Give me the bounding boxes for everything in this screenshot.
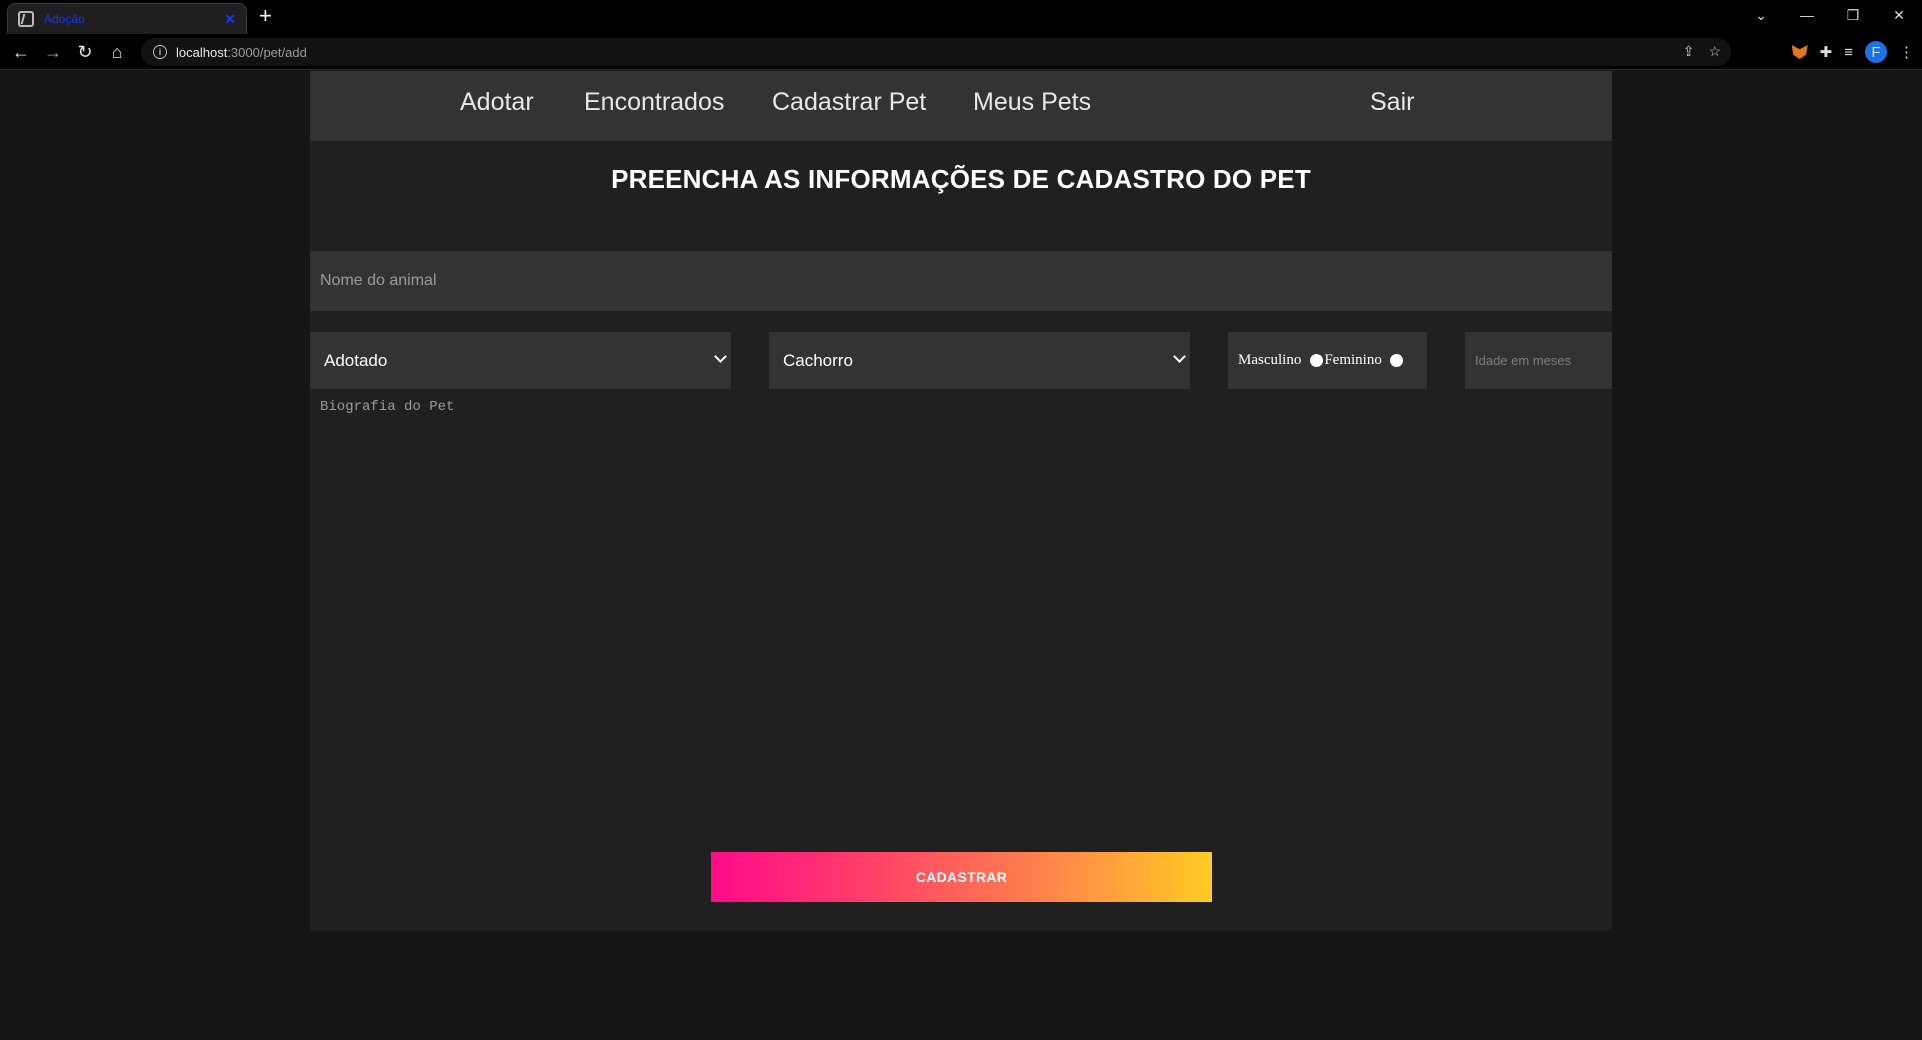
page: Adotar Encontrados Cadastrar Pet Meus Pe… [0, 71, 1922, 1040]
tab-title: Adoção [44, 12, 85, 26]
forward-icon[interactable]: → [41, 40, 65, 64]
extensions-puzzle-icon[interactable]: ✚ [1820, 43, 1833, 61]
site-favicon-icon [18, 11, 34, 27]
status-select-value: Adotado [324, 350, 388, 370]
top-navigation: Adotar Encontrados Cadastrar Pet Meus Pe… [310, 71, 1612, 141]
submit-button[interactable]: CADASTRAR [711, 852, 1212, 902]
status-select[interactable]: Adotado [310, 332, 731, 389]
tab-close-icon[interactable]: ✕ [224, 11, 236, 28]
gender-male-radio[interactable] [1310, 354, 1324, 367]
profile-avatar[interactable]: F [1865, 41, 1887, 63]
restore-icon[interactable]: ❐ [1830, 0, 1876, 30]
url-host: localhost [176, 44, 228, 60]
minimize-icon[interactable]: — [1784, 0, 1830, 30]
tab-search-icon[interactable]: ⌄ [1738, 0, 1784, 30]
chevron-down-icon [1173, 350, 1186, 363]
nav-link-encontrados[interactable]: Encontrados [584, 88, 724, 117]
browser-menu-icon[interactable]: ⋮ [1899, 43, 1914, 61]
window-controls: ⌄ — ❐ ✕ [1738, 0, 1922, 30]
pet-name-input[interactable] [310, 251, 1612, 311]
close-window-icon[interactable]: ✕ [1876, 0, 1922, 30]
browser-tab[interactable]: Adoção ✕ [7, 3, 247, 34]
form-container: Adotar Encontrados Cadastrar Pet Meus Pe… [310, 71, 1612, 931]
back-icon[interactable]: ← [9, 40, 33, 64]
browser-toolbar: ← → ↻ ⌂ i localhost:3000/pet/add ⇪ ☆ ✚ ≡… [0, 34, 1922, 70]
species-select-value: Cachorro [783, 350, 853, 370]
page-title: PREENCHA AS INFORMAÇÕES DE CADASTRO DO P… [611, 164, 1311, 194]
gender-female-label: Feminino [1324, 352, 1382, 368]
site-info-icon[interactable]: i [153, 45, 167, 59]
pet-bio-textarea[interactable] [310, 399, 1612, 799]
url-path: :3000/pet/add [227, 44, 307, 60]
reload-icon[interactable]: ↻ [73, 40, 97, 64]
home-icon[interactable]: ⌂ [105, 40, 129, 64]
gender-male-label: Masculino [1238, 352, 1302, 368]
nav-link-meus-pets[interactable]: Meus Pets [973, 88, 1091, 117]
browser-tabstrip: Adoção ✕ + ⌄ — ❐ ✕ [0, 0, 1922, 34]
nav-link-cadastrar-pet[interactable]: Cadastrar Pet [772, 88, 926, 117]
nav-link-adotar[interactable]: Adotar [460, 88, 534, 117]
age-months-input[interactable] [1465, 332, 1612, 389]
gender-female-radio[interactable] [1389, 354, 1403, 367]
extensions-area: ✚ ≡ F ⋮ [1791, 41, 1914, 63]
new-tab-icon[interactable]: + [259, 5, 272, 27]
chevron-down-icon [714, 350, 727, 363]
bookmark-star-icon[interactable]: ☆ [1708, 43, 1721, 60]
nav-link-sair[interactable]: Sair [1370, 88, 1414, 117]
reading-list-icon[interactable]: ≡ [1844, 44, 1853, 61]
address-bar[interactable]: i localhost:3000/pet/add ⇪ ☆ [141, 38, 1731, 66]
metamask-extension-icon[interactable] [1791, 45, 1808, 59]
species-select[interactable]: Cachorro [769, 332, 1190, 389]
gender-radio-group: Masculino Feminino [1228, 332, 1427, 389]
share-icon[interactable]: ⇪ [1683, 43, 1695, 60]
